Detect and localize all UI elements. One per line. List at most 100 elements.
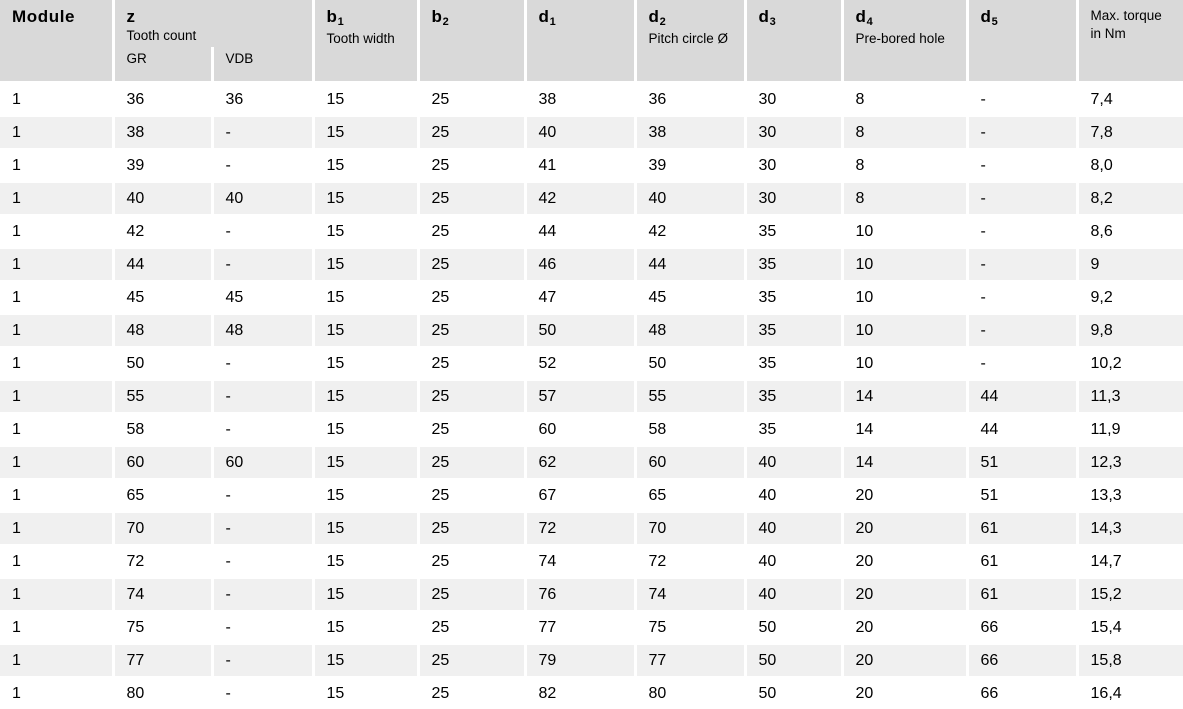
- cell-b2: 25: [418, 611, 525, 644]
- cell-d2: 60: [635, 446, 745, 479]
- cell-b1: 15: [313, 248, 418, 281]
- cell-torque: 14,3: [1077, 512, 1183, 545]
- cell-torque: 14,7: [1077, 545, 1183, 578]
- cell-z_gr: 74: [113, 578, 212, 611]
- table-header: Module z Tooth count GR VDB b1 Tooth wid…: [0, 0, 1183, 83]
- cell-z_vdb: 40: [212, 182, 313, 215]
- symbol-subscript: 2: [443, 16, 449, 28]
- cell-z_gr: 72: [113, 545, 212, 578]
- cell-z_gr: 42: [113, 215, 212, 248]
- cell-d5: 51: [967, 479, 1077, 512]
- cell-d5: 61: [967, 578, 1077, 611]
- table-row: 1363615253836308-7,4: [0, 83, 1183, 117]
- cell-d4: 8: [842, 83, 967, 117]
- cell-d4: 14: [842, 413, 967, 446]
- cell-z_gr: 50: [113, 347, 212, 380]
- cell-d4: 20: [842, 644, 967, 677]
- column-header-z-description: Tooth count: [127, 27, 312, 44]
- column-header-d2-description: Pitch circle Ø: [649, 30, 744, 47]
- cell-b2: 25: [418, 116, 525, 149]
- symbol-subscript: 2: [660, 16, 666, 28]
- symbol-subscript: 4: [867, 16, 873, 28]
- cell-module: 1: [0, 677, 113, 709]
- column-header-pre-bored-hole: d4 Pre-bored hole: [842, 0, 967, 83]
- column-header-d4-description: Pre-bored hole: [856, 30, 966, 47]
- cell-b2: 25: [418, 413, 525, 446]
- cell-d4: 20: [842, 611, 967, 644]
- cell-b1: 15: [313, 182, 418, 215]
- column-header-module-label: Module: [12, 7, 75, 26]
- cell-z_vdb: 48: [212, 314, 313, 347]
- cell-d1: 67: [525, 479, 635, 512]
- cell-d1: 82: [525, 677, 635, 709]
- cell-d5: -: [967, 281, 1077, 314]
- cell-d5: -: [967, 116, 1077, 149]
- cell-d1: 47: [525, 281, 635, 314]
- column-header-d1-symbol: d1: [539, 7, 634, 29]
- cell-torque: 7,8: [1077, 116, 1183, 149]
- cell-z_gr: 65: [113, 479, 212, 512]
- cell-d4: 14: [842, 446, 967, 479]
- cell-torque: 15,2: [1077, 578, 1183, 611]
- cell-z_gr: 58: [113, 413, 212, 446]
- column-header-d5: d5: [967, 0, 1077, 83]
- cell-d5: 66: [967, 677, 1077, 709]
- column-header-z-symbol: z: [127, 7, 312, 26]
- cell-b2: 25: [418, 83, 525, 117]
- cell-z_vdb: 45: [212, 281, 313, 314]
- cell-torque: 9,2: [1077, 281, 1183, 314]
- column-header-pitch-circle-diameter: d2 Pitch circle Ø: [635, 0, 745, 83]
- cell-b1: 15: [313, 545, 418, 578]
- cell-d1: 57: [525, 380, 635, 413]
- cell-module: 1: [0, 512, 113, 545]
- cell-z_vdb: -: [212, 347, 313, 380]
- column-header-b2: b2: [418, 0, 525, 83]
- cell-d1: 52: [525, 347, 635, 380]
- cell-d3: 50: [745, 611, 842, 644]
- cell-d4: 20: [842, 545, 967, 578]
- cell-module: 1: [0, 149, 113, 182]
- cell-d5: 66: [967, 611, 1077, 644]
- cell-torque: 13,3: [1077, 479, 1183, 512]
- table-row: 138-15254038308-7,8: [0, 116, 1183, 149]
- cell-torque: 9,8: [1077, 314, 1183, 347]
- cell-module: 1: [0, 545, 113, 578]
- cell-z_gr: 55: [113, 380, 212, 413]
- cell-b1: 15: [313, 347, 418, 380]
- cell-d2: 44: [635, 248, 745, 281]
- cell-module: 1: [0, 281, 113, 314]
- cell-d1: 79: [525, 644, 635, 677]
- symbol-subscript: 3: [770, 16, 776, 28]
- cell-torque: 15,8: [1077, 644, 1183, 677]
- column-header-tooth-count: z Tooth count GR VDB: [113, 0, 313, 83]
- cell-d4: 8: [842, 149, 967, 182]
- column-header-d3: d3: [745, 0, 842, 83]
- table-row: 155-1525575535144411,3: [0, 380, 1183, 413]
- cell-b1: 15: [313, 215, 418, 248]
- header-row: Module z Tooth count GR VDB b1 Tooth wid…: [0, 0, 1183, 83]
- cell-d4: 10: [842, 281, 967, 314]
- symbol-subscript: 1: [338, 16, 344, 28]
- cell-d2: 42: [635, 215, 745, 248]
- cell-d2: 58: [635, 413, 745, 446]
- cell-d3: 35: [745, 281, 842, 314]
- cell-d1: 77: [525, 611, 635, 644]
- cell-module: 1: [0, 578, 113, 611]
- cell-d2: 75: [635, 611, 745, 644]
- cell-z_gr: 75: [113, 611, 212, 644]
- cell-z_vdb: -: [212, 215, 313, 248]
- cell-torque: 11,3: [1077, 380, 1183, 413]
- cell-d3: 40: [745, 446, 842, 479]
- cell-d5: -: [967, 215, 1077, 248]
- cell-z_gr: 80: [113, 677, 212, 709]
- cell-d5: -: [967, 347, 1077, 380]
- cell-z_vdb: -: [212, 677, 313, 709]
- column-header-tooth-count-top: z Tooth count: [115, 0, 312, 47]
- cell-d4: 10: [842, 215, 967, 248]
- cell-module: 1: [0, 182, 113, 215]
- cell-d3: 35: [745, 314, 842, 347]
- table-row: 139-15254139308-8,0: [0, 149, 1183, 182]
- cell-z_gr: 48: [113, 314, 212, 347]
- cell-b1: 15: [313, 314, 418, 347]
- cell-module: 1: [0, 248, 113, 281]
